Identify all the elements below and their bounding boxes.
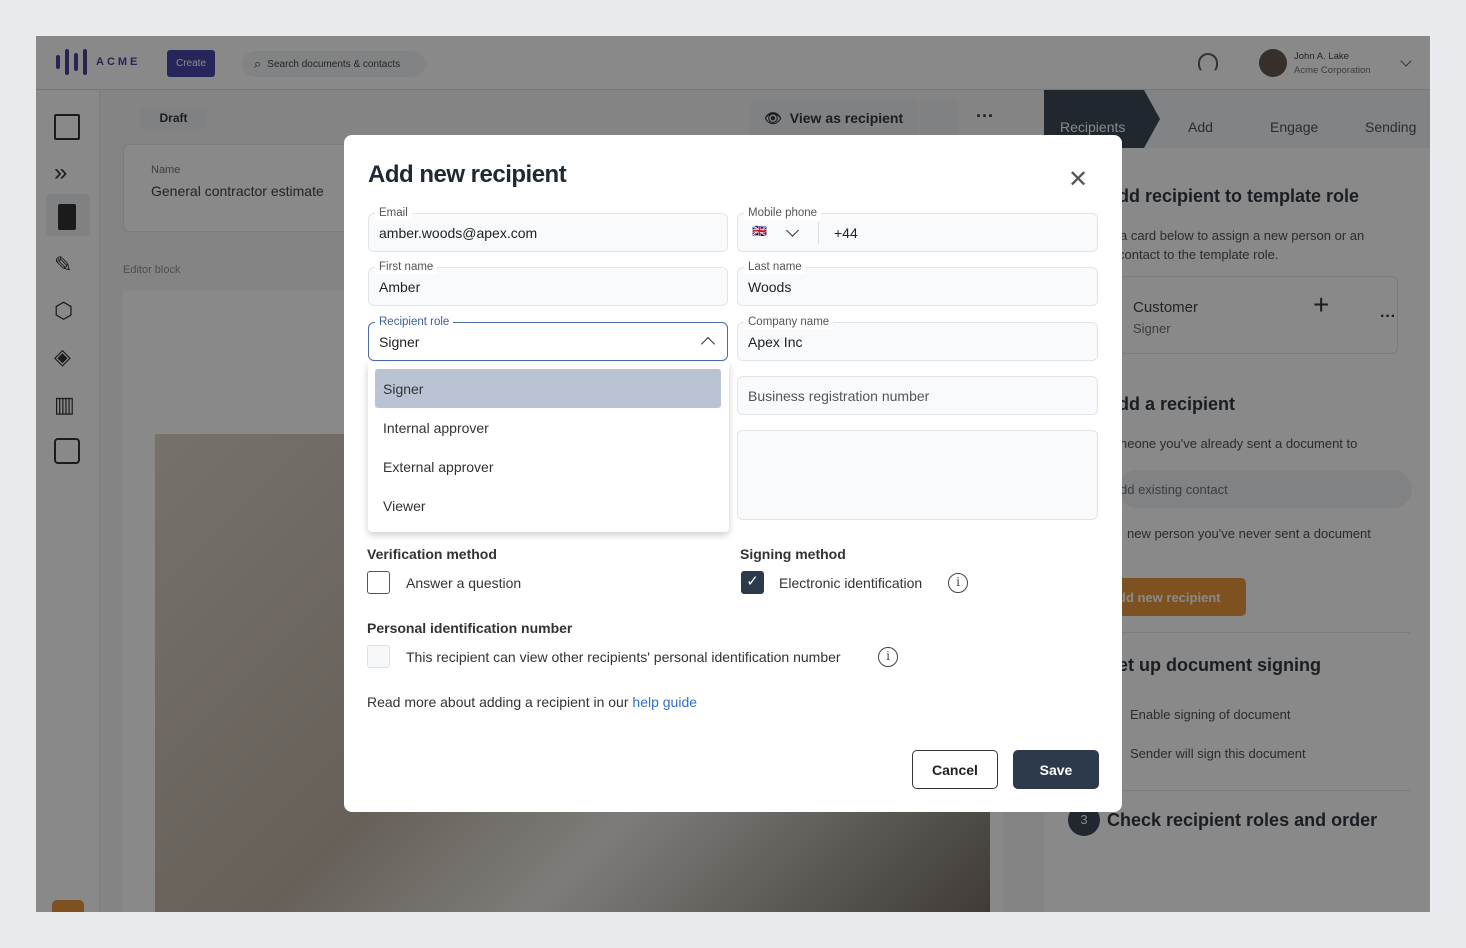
email-label: Email: [375, 206, 412, 220]
save-button[interactable]: Save: [1013, 750, 1099, 789]
first-name-label: First name: [375, 260, 438, 274]
pin-title: Personal identification number: [367, 620, 573, 636]
pin-visibility-label: This recipient can view other recipients…: [406, 649, 841, 665]
pin-visibility-checkbox[interactable]: [367, 645, 390, 668]
mobile-phone-field[interactable]: Mobile phone 🇬🇧 +44: [737, 206, 1098, 252]
answer-question-label: Answer a question: [406, 575, 522, 591]
electronic-identification-label: Electronic identification: [779, 575, 923, 591]
email-field[interactable]: Email amber.woods@apex.com: [368, 206, 728, 252]
company-name-field[interactable]: Company name Apex Inc: [737, 315, 1098, 361]
answer-question-checkbox[interactable]: [367, 571, 390, 594]
business-registration-field[interactable]: Business registration number: [737, 376, 1098, 415]
verification-method-title: Verification method: [367, 546, 497, 562]
help-text-body: Read more about adding a recipient in ou…: [367, 694, 629, 710]
chevron-down-icon[interactable]: [786, 224, 799, 237]
notes-textarea[interactable]: [737, 430, 1098, 520]
uk-flag-icon[interactable]: 🇬🇧: [752, 224, 767, 238]
mobile-value: +44: [834, 225, 858, 241]
last-name-label: Last name: [744, 260, 806, 274]
first-name-field[interactable]: First name Amber: [368, 260, 728, 306]
recipient-role-label: Recipient role: [375, 315, 454, 329]
option-viewer[interactable]: Viewer: [375, 486, 721, 525]
company-label: Company name: [744, 315, 834, 329]
last-name-value: Woods: [748, 279, 792, 295]
help-guide-link[interactable]: help guide: [632, 694, 697, 710]
business-registration-placeholder: Business registration number: [748, 388, 930, 404]
recipient-role-select[interactable]: Recipient role Signer: [368, 315, 728, 361]
option-external-approver[interactable]: External approver: [375, 447, 721, 486]
email-value: amber.woods@apex.com: [379, 225, 538, 241]
help-text: Read more about adding a recipient in ou…: [367, 694, 697, 710]
option-signer[interactable]: Signer: [375, 369, 721, 408]
recipient-role-value: Signer: [379, 334, 420, 350]
company-value: Apex Inc: [748, 334, 803, 350]
info-icon[interactable]: i: [948, 573, 968, 593]
option-internal-approver[interactable]: Internal approver: [375, 408, 721, 447]
dialog-title: Add new recipient: [368, 161, 567, 188]
cancel-button[interactable]: Cancel: [912, 750, 998, 789]
signing-method-title: Signing method: [740, 546, 846, 562]
close-icon[interactable]: ✕: [1068, 165, 1088, 194]
chevron-up-icon[interactable]: [700, 336, 716, 352]
electronic-identification-checkbox[interactable]: ✓: [741, 571, 764, 594]
last-name-field[interactable]: Last name Woods: [737, 260, 1098, 306]
add-recipient-dialog: Add new recipient ✕ Email amber.woods@ap…: [344, 135, 1122, 812]
recipient-role-dropdown: Signer Internal approver External approv…: [368, 362, 729, 532]
first-name-value: Amber: [379, 279, 421, 295]
mobile-label: Mobile phone: [744, 206, 822, 220]
info-icon[interactable]: i: [878, 647, 898, 667]
